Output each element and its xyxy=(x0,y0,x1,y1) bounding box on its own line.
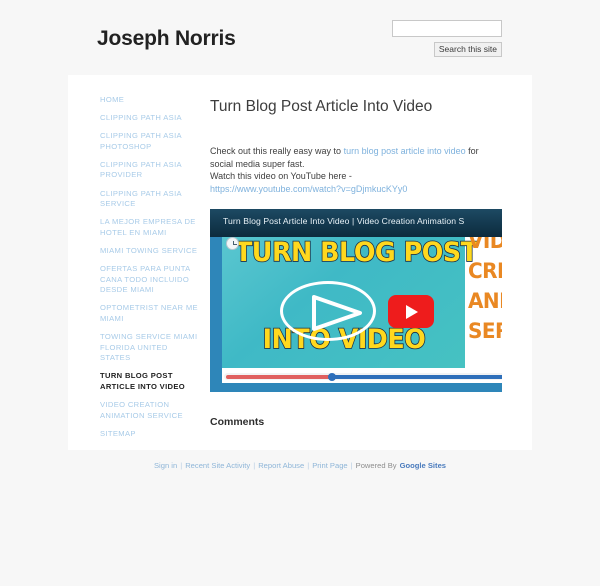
sidebar-item-miami-towing-service[interactable]: MIAMI TOWING SERVICE xyxy=(100,246,198,257)
sidebar-item-turn-blog-post-article-into-video[interactable]: TURN BLOG POST ARTICLE INTO VIDEO xyxy=(100,371,198,392)
thumbnail-bottom-rail xyxy=(210,383,502,393)
sidebar-item-clipping-path-asia-photoshop[interactable]: CLIPPING PATH ASIA PHOTOSHOP xyxy=(100,131,198,152)
site-search: Search this site xyxy=(392,20,502,57)
footer-separator-2: | xyxy=(253,461,256,470)
sidebar-item-home[interactable]: HOME xyxy=(100,95,198,106)
thumbnail-headline-top: TURN BLOG POST xyxy=(234,237,479,270)
sidebar-nav: HOME CLIPPING PATH ASIA CLIPPING PATH AS… xyxy=(100,95,198,447)
sidebar-item-towing-service-miami-florida[interactable]: TOWING SERVICE MIAMI FLORIDA UNITED STAT… xyxy=(100,332,198,364)
youtube-video-embed[interactable]: TURN BLOG POST INTO VIDEO VIDEO CREATION… xyxy=(210,209,502,393)
youtube-url-link[interactable]: https://www.youtube.com/watch?v=gDjmkucK… xyxy=(210,184,407,194)
powered-by-label: Powered By xyxy=(355,461,397,470)
page-root: Joseph Norris Search this site HOME CLIP… xyxy=(0,0,600,586)
progress-loaded xyxy=(334,375,502,379)
progress-played xyxy=(226,375,332,379)
intro-paragraph: Check out this really easy way to turn b… xyxy=(210,145,480,195)
video-title-bar: Turn Blog Post Article Into Video | Vide… xyxy=(210,209,502,238)
content-card: HOME CLIPPING PATH ASIA CLIPPING PATH AS… xyxy=(68,75,532,450)
footer-separator-4: | xyxy=(350,461,353,470)
side-text-line-4: SERVICE xyxy=(468,319,502,345)
turn-blog-post-link[interactable]: turn blog post article into video xyxy=(344,146,466,156)
progress-scrubber-handle[interactable] xyxy=(328,372,336,381)
site-title: Joseph Norris xyxy=(97,27,236,50)
sidebar-item-video-creation-animation-service[interactable]: VIDEO CREATION ANIMATION SERVICE xyxy=(100,400,198,421)
search-input[interactable] xyxy=(392,20,502,37)
google-sites-brand[interactable]: Google Sites xyxy=(400,461,446,470)
footer-link-recent-site-activity[interactable]: Recent Site Activity xyxy=(185,461,250,470)
video-title: Turn Blog Post Article Into Video | Vide… xyxy=(223,216,465,227)
paragraph-text-3: Watch this video on YouTube here - xyxy=(210,171,352,182)
thumbnail-side-text: VIDEO CREATION ANIMATION SERVICE xyxy=(468,227,502,347)
site-footer: Sign in | Recent Site Activity | Report Abus… xyxy=(0,461,600,470)
video-inner: TURN BLOG POST INTO VIDEO VIDEO CREATION… xyxy=(210,209,502,393)
footer-separator-1: | xyxy=(180,461,183,470)
main-content: Turn Blog Post Article Into Video Check … xyxy=(210,97,510,428)
sidebar-item-optometrist-near-me-miami[interactable]: OPTOMETRIST NEAR ME MIAMI xyxy=(100,303,198,324)
side-text-line-3: ANIMATION xyxy=(468,289,502,315)
footer-link-sign-in[interactable]: Sign in xyxy=(154,461,177,470)
page-title: Turn Blog Post Article Into Video xyxy=(210,98,433,115)
site-header: Joseph Norris Search this site xyxy=(0,0,600,75)
play-triangle-icon xyxy=(312,295,362,332)
footer-link-print-page[interactable]: Print Page xyxy=(312,461,347,470)
search-this-site-button[interactable]: Search this site xyxy=(433,42,502,57)
footer-separator-3: | xyxy=(307,461,310,470)
comments-heading: Comments xyxy=(210,416,265,429)
youtube-play-icon xyxy=(388,295,434,329)
sidebar-item-ofertas-para-punta-cana[interactable]: OFERTAS PARA PUNTA CANA TODO INCLUIDO DE… xyxy=(100,264,198,296)
sidebar-item-clipping-path-asia[interactable]: CLIPPING PATH ASIA xyxy=(100,113,198,124)
sidebar-item-sitemap[interactable]: SITEMAP xyxy=(100,429,198,440)
sidebar-item-clipping-path-asia-provider[interactable]: CLIPPING PATH ASIA PROVIDER xyxy=(100,160,198,181)
sidebar-item-clipping-path-asia-service[interactable]: CLIPPING PATH ASIA SERVICE xyxy=(100,189,198,210)
footer-link-report-abuse[interactable]: Report Abuse xyxy=(258,461,304,470)
sidebar-item-la-mejor-empresa-de-hotel-en-miami[interactable]: LA MEJOR EMPRESA DE HOTEL EN MIAMI xyxy=(100,217,198,238)
side-text-line-2: CREATION xyxy=(468,259,502,285)
video-progress-bar[interactable] xyxy=(224,372,502,381)
paragraph-text-1: Check out this really easy way to xyxy=(210,146,344,156)
